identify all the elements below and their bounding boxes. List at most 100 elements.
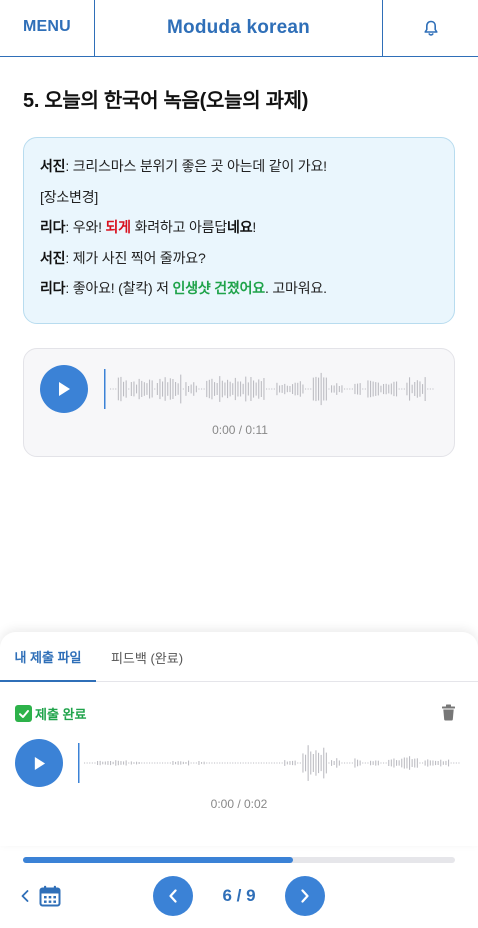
waveform-bar bbox=[349, 762, 351, 764]
waveform-bar bbox=[201, 388, 203, 390]
waveform-bar bbox=[305, 388, 307, 390]
playhead[interactable] bbox=[78, 743, 80, 783]
calendar-icon bbox=[39, 885, 61, 907]
audio-waveform[interactable] bbox=[104, 367, 437, 411]
playhead[interactable] bbox=[104, 369, 106, 409]
waveform-bar bbox=[429, 388, 431, 390]
waveform-bar bbox=[297, 762, 299, 764]
waveform-bar bbox=[351, 762, 353, 764]
prev-page-button[interactable] bbox=[153, 876, 193, 916]
waveform-bar bbox=[268, 762, 270, 764]
trash-icon bbox=[442, 704, 455, 721]
tab-my-submission[interactable]: 내 제출 파일 bbox=[0, 632, 96, 682]
dialogue-line: 리다: 좋아요! (찰칵) 저 인생샷 건졌어요. 고마워요. bbox=[40, 279, 438, 310]
submission-audio-time: 0:00 / 0:02 bbox=[210, 797, 268, 811]
waveform-bar bbox=[258, 762, 260, 764]
waveform-bar bbox=[359, 760, 361, 766]
waveform-bar bbox=[341, 762, 343, 764]
highlight-text: 네요 bbox=[227, 219, 253, 235]
waveform-bar bbox=[338, 386, 340, 393]
waveform-bar bbox=[143, 382, 145, 396]
waveform-bar bbox=[164, 762, 166, 764]
waveform-bar bbox=[136, 384, 138, 394]
play-button[interactable] bbox=[40, 365, 88, 413]
next-page-button[interactable] bbox=[285, 876, 325, 916]
waveform-bar bbox=[385, 383, 387, 395]
waveform-bar bbox=[255, 762, 257, 764]
waveform-bar bbox=[266, 762, 268, 764]
waveform-bar bbox=[156, 762, 158, 764]
waveform-bar bbox=[375, 760, 377, 766]
waveform-bar bbox=[390, 759, 392, 767]
waveform-bar bbox=[380, 762, 382, 764]
speaker-name: 리다 bbox=[40, 219, 66, 235]
waveform-bar bbox=[403, 757, 405, 769]
waveform-bar bbox=[263, 378, 265, 400]
waveform-bar bbox=[351, 388, 353, 390]
waveform-bar bbox=[206, 762, 208, 764]
waveform-bar bbox=[370, 760, 372, 766]
waveform-bar bbox=[409, 756, 411, 770]
waveform-bar bbox=[432, 760, 434, 766]
app-logo[interactable]: Moduda korean bbox=[95, 0, 382, 56]
tab-feedback[interactable]: 피드백 (완료) bbox=[96, 632, 198, 682]
waveform-bar bbox=[167, 382, 169, 396]
waveform-bar bbox=[302, 753, 304, 773]
waveform-bar bbox=[396, 760, 398, 766]
waveform-bar bbox=[219, 376, 221, 402]
waveform-bar bbox=[315, 750, 317, 776]
waveform-bar bbox=[419, 762, 421, 764]
waveform-bar bbox=[133, 762, 135, 764]
waveform-bar bbox=[216, 762, 218, 764]
waveform-bar bbox=[120, 376, 122, 402]
waveform-bar bbox=[310, 751, 312, 775]
notification-button[interactable] bbox=[382, 0, 478, 56]
submission-tabs: 내 제출 파일 피드백 (완료) bbox=[0, 632, 478, 682]
waveform-bar bbox=[455, 762, 457, 764]
waveform-bar bbox=[336, 758, 338, 768]
submission-waveform[interactable] bbox=[78, 741, 463, 785]
waveform-bar bbox=[130, 382, 132, 396]
waveform-bar bbox=[312, 754, 314, 772]
waveform-bar bbox=[94, 762, 96, 764]
delete-button[interactable] bbox=[441, 704, 456, 726]
submission-play-button[interactable] bbox=[15, 739, 63, 787]
audio-time: 0:00 / 0:11 bbox=[212, 423, 268, 437]
waveform-bar bbox=[232, 383, 234, 395]
waveform-bar bbox=[245, 376, 247, 402]
waveform-bar bbox=[203, 761, 205, 765]
waveform-bar bbox=[123, 761, 125, 765]
page-title: 5. 오늘의 한국어 녹음(오늘의 과제) bbox=[23, 90, 309, 112]
waveform-bar bbox=[151, 380, 153, 398]
waveform-bar bbox=[276, 762, 278, 764]
highlight-text: 되게 bbox=[105, 219, 132, 235]
waveform-bar bbox=[206, 380, 208, 398]
calendar-button[interactable] bbox=[39, 885, 61, 907]
waveform-bar bbox=[310, 388, 312, 390]
waveform-bar bbox=[260, 762, 262, 764]
waveform-bar bbox=[258, 379, 260, 399]
waveform-bar bbox=[242, 383, 244, 395]
menu-button[interactable]: MENU bbox=[0, 0, 95, 56]
waveform-bar bbox=[406, 382, 408, 396]
waveform-bar bbox=[208, 379, 210, 399]
waveform-bar bbox=[357, 759, 359, 767]
submission-status: 제출 완료 bbox=[15, 704, 86, 723]
waveform-bar bbox=[266, 388, 268, 390]
waveform-bar bbox=[429, 760, 431, 766]
waveform-bar bbox=[336, 383, 338, 395]
waveform-bar bbox=[133, 381, 135, 397]
waveform-bar bbox=[289, 761, 291, 765]
waveform-bar bbox=[435, 760, 437, 766]
waveform-bar bbox=[344, 388, 346, 390]
waveform-bar bbox=[401, 388, 403, 390]
dialogue-text: : 제가 사진 찍어 줄까요? bbox=[65, 249, 206, 266]
waveform-bar bbox=[442, 761, 444, 765]
waveform-bar bbox=[354, 758, 356, 768]
waveform-bar bbox=[208, 762, 210, 764]
play-icon bbox=[59, 382, 70, 396]
back-button[interactable] bbox=[18, 886, 32, 906]
waveform-bar bbox=[299, 762, 301, 764]
play-icon bbox=[34, 756, 45, 770]
waveform-bar bbox=[422, 384, 424, 394]
